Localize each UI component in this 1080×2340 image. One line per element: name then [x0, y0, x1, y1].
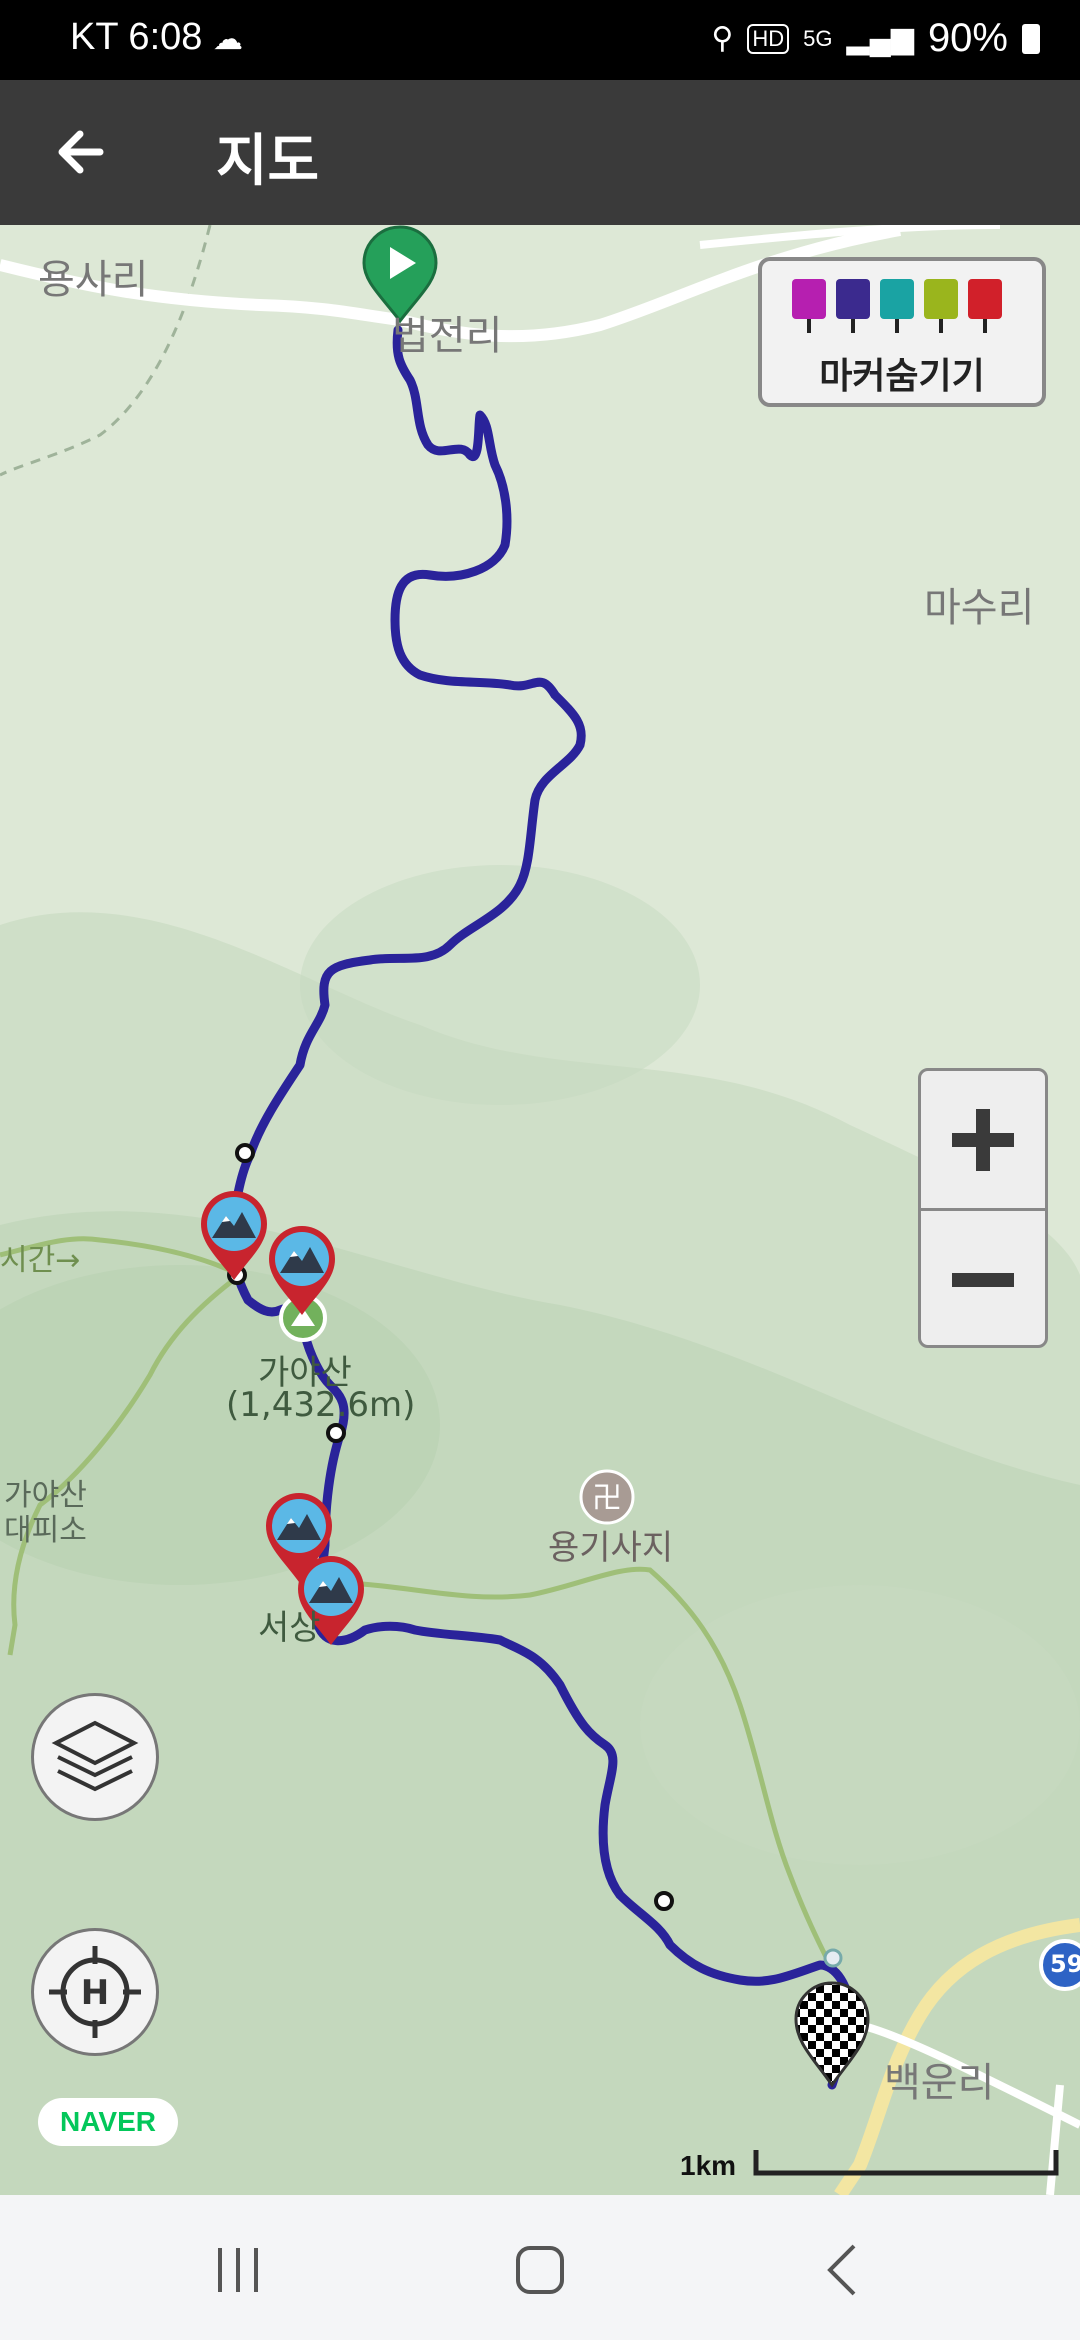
naver-logo: NAVER [38, 2098, 178, 2146]
battery-icon [1022, 23, 1040, 54]
status-icons: ⚲ HD 5G ▂▄▆ 90% [711, 16, 1040, 61]
crosshair-h-icon: H [49, 1946, 141, 2038]
trail-time-label: 시간→ [0, 1243, 81, 1278]
route-number-badge: 59 [1050, 1950, 1080, 1978]
shelter-label-line2: 대피소 [4, 1513, 87, 1548]
zoom-out-button[interactable] [921, 1211, 1045, 1348]
place-label-seosang: 서상 [258, 1608, 321, 1648]
carrier-time: KT 6:08 [70, 16, 203, 58]
route-finish-marker[interactable] [792, 1977, 872, 2089]
recent-apps-button[interactable] [178, 2225, 298, 2315]
cloud-icon: ☁ [212, 23, 243, 56]
hd-icon: HD [747, 23, 790, 54]
peak-elevation-label: (1,432.6m) [226, 1385, 416, 1425]
signal-icon: ▂▄▆ [846, 22, 914, 55]
arrow-left-icon [58, 130, 104, 174]
status-time: KT 6:08 ☁ [70, 16, 243, 59]
recent-apps-icon [218, 2248, 258, 2292]
place-label-masuri: 마수리 [924, 585, 1035, 631]
minus-icon [952, 1272, 1014, 1287]
place-label-yongsari: 용사리 [38, 257, 149, 303]
zoom-controls [918, 1068, 1048, 1348]
photo-marker[interactable] [266, 1225, 338, 1317]
zoom-in-button[interactable] [921, 1071, 1045, 1211]
battery-level: 90% [927, 16, 1008, 60]
location-icon: ⚲ [711, 22, 734, 55]
scale-label: 1km [680, 2150, 737, 2181]
hide-markers-button[interactable]: 마커숨기기 [758, 257, 1046, 407]
app-bar: 지도 [0, 80, 1080, 225]
page-title: 지도 [216, 129, 320, 194]
system-nav-bar [0, 2195, 1080, 2340]
5g-icon: 5G [803, 25, 833, 51]
place-label-yonggisaji: 용기사지 [548, 1528, 674, 1568]
marker-type-icons [792, 279, 1002, 333]
svg-text:卍: 卍 [592, 1481, 622, 1516]
video-icon [836, 279, 870, 333]
map-view[interactable]: 卍 용사리 법전리 마수리 시간→ 가야산 (1,432.6m) 가야산 대피소… [0, 225, 1080, 2195]
layers-icon [51, 1720, 139, 1792]
camera-icon [792, 279, 826, 333]
back-icon [827, 2244, 856, 2296]
system-back-button[interactable] [784, 2225, 904, 2315]
flag-icon [968, 279, 1002, 333]
layers-button[interactable] [31, 1693, 159, 1821]
photo-marker[interactable] [198, 1190, 270, 1282]
svg-text:H: H [81, 1973, 109, 2013]
place-label-beopjeonri: 법전리 [392, 313, 503, 359]
home-location-button[interactable]: H [31, 1928, 159, 2056]
home-icon [516, 2246, 564, 2294]
plus-icon [952, 1108, 1014, 1171]
home-button[interactable] [480, 2225, 600, 2315]
place-label-baegunri: 백운리 [884, 2060, 995, 2106]
status-bar: KT 6:08 ☁ ⚲ HD 5G ▂▄▆ 90% [0, 0, 1080, 80]
back-button[interactable] [48, 116, 120, 188]
hide-markers-label: 마커숨기기 [819, 356, 985, 397]
note-icon [924, 279, 958, 333]
pin-icon [880, 279, 914, 333]
